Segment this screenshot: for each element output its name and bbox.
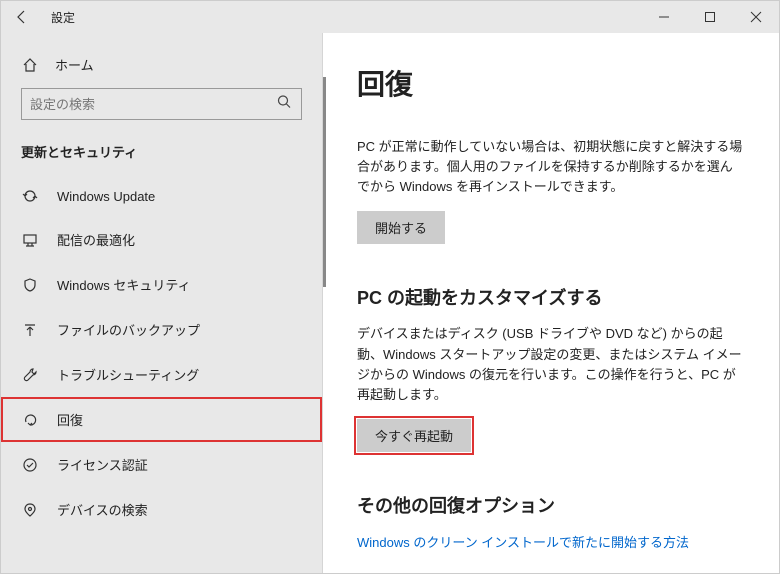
section-label: 更新とセキュリティ: [1, 142, 322, 175]
back-button[interactable]: [1, 9, 43, 25]
sidebar: ホーム 更新とセキュリティ Windows Update 配信の最適化 Wind: [1, 33, 323, 573]
sidebar-item-windows-security[interactable]: Windows セキュリティ: [1, 262, 322, 307]
wrench-icon: [21, 367, 39, 383]
clean-install-link[interactable]: Windows のクリーン インストールで新たに開始する方法: [357, 535, 689, 550]
scrollbar-thumb[interactable]: [323, 77, 326, 287]
sidebar-item-label: 回復: [57, 410, 83, 429]
page-title: 回復: [357, 63, 745, 103]
sidebar-item-label: ファイルのバックアップ: [57, 320, 200, 339]
minimize-button[interactable]: [641, 1, 687, 33]
sidebar-item-label: Windows Update: [57, 189, 155, 204]
home-label: ホーム: [55, 55, 94, 74]
check-circle-icon: [21, 457, 39, 473]
search-icon: [276, 94, 292, 115]
more-recovery-title: その他の回復オプション: [357, 492, 745, 518]
reset-pc-description: PC が正常に動作していない場合は、初期状態に戻すと解決する場合があります。個人…: [357, 137, 745, 197]
advanced-startup-description: デバイスまたはディスク (USB ドライブや DVD など) からの起動、Win…: [357, 324, 745, 405]
sidebar-item-delivery-optimization[interactable]: 配信の最適化: [1, 217, 322, 262]
sidebar-item-label: Windows セキュリティ: [57, 275, 191, 294]
home-icon: [21, 57, 39, 73]
sync-icon: [21, 188, 39, 204]
sidebar-item-find-device[interactable]: デバイスの検索: [1, 487, 322, 532]
sidebar-item-label: デバイスの検索: [57, 500, 148, 519]
backup-icon: [21, 322, 39, 338]
recovery-icon: [21, 412, 39, 428]
delivery-icon: [21, 232, 39, 248]
sidebar-item-recovery[interactable]: 回復: [1, 397, 322, 442]
advanced-startup-title: PC の起動をカスタマイズする: [357, 284, 745, 310]
window-title: 設定: [51, 9, 75, 26]
sidebar-item-windows-update[interactable]: Windows Update: [1, 175, 322, 217]
location-icon: [21, 502, 39, 518]
restart-now-button[interactable]: 今すぐ再起動: [357, 419, 471, 452]
sidebar-item-activation[interactable]: ライセンス認証: [1, 442, 322, 487]
maximize-button[interactable]: [687, 1, 733, 33]
home-link[interactable]: ホーム: [1, 49, 322, 88]
main-content: 回復 PC が正常に動作していない場合は、初期状態に戻すと解決する場合があります…: [323, 33, 779, 573]
sidebar-item-troubleshoot[interactable]: トラブルシューティング: [1, 352, 322, 397]
sidebar-item-label: ライセンス認証: [57, 455, 148, 474]
sidebar-item-label: 配信の最適化: [57, 230, 135, 249]
search-input[interactable]: [21, 88, 302, 120]
sidebar-item-backup[interactable]: ファイルのバックアップ: [1, 307, 322, 352]
titlebar: 設定: [1, 1, 779, 33]
close-button[interactable]: [733, 1, 779, 33]
get-started-button[interactable]: 開始する: [357, 211, 445, 244]
shield-icon: [21, 277, 39, 293]
sidebar-item-label: トラブルシューティング: [57, 365, 199, 384]
